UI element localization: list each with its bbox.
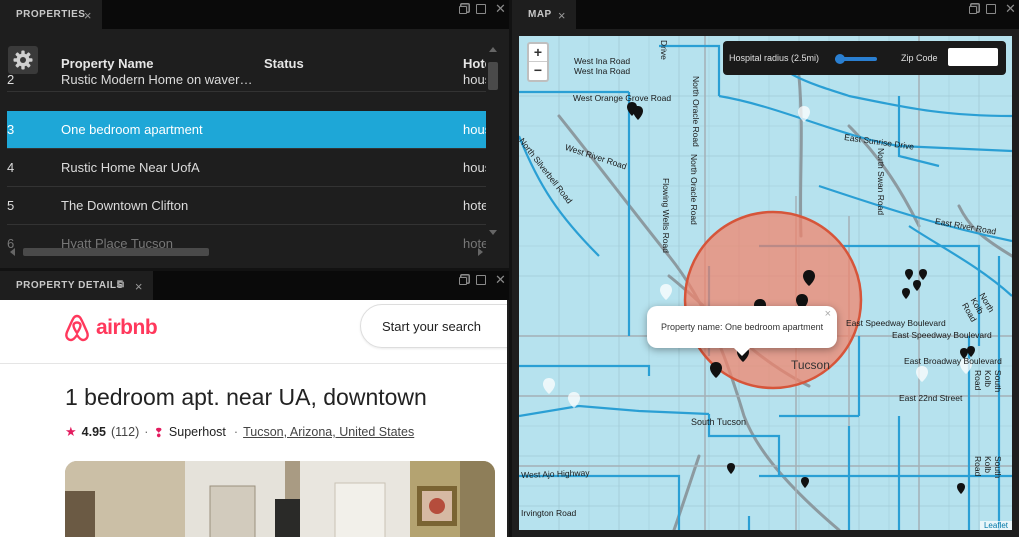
location-link[interactable]: Tucson, Arizona, United States <box>243 425 414 439</box>
row-id: 4 <box>7 160 15 175</box>
star-icon: ★ <box>65 424 77 439</box>
marker-icon[interactable] <box>913 280 921 291</box>
vertical-scrollbar[interactable] <box>487 44 499 240</box>
zip-code-label: Zip Code <box>901 53 938 63</box>
row-type: hous <box>463 160 486 175</box>
listing-meta: ★ 4.95 (112) · ❢ Superhost · Tucson, Ari… <box>65 424 414 440</box>
row-name: The Downtown Clifton <box>61 198 189 213</box>
airbnb-logo-text: airbnb <box>96 316 158 339</box>
table-row[interactable]: 4 Rustic Home Near UofA hous <box>7 149 486 187</box>
column-status[interactable]: Status <box>264 56 304 71</box>
marker-icon[interactable] <box>957 483 965 494</box>
separator: · <box>144 425 149 439</box>
popout-icon[interactable] <box>969 6 977 14</box>
table-row[interactable]: 5 The Downtown Clifton hote <box>7 187 486 225</box>
row-id: 2 <box>7 72 15 87</box>
gear-icon[interactable] <box>8 46 38 74</box>
separator: · <box>233 425 239 439</box>
close-icon[interactable]: ✕ <box>495 273 506 286</box>
row-type: hote <box>463 198 486 213</box>
zoom-control: + − <box>527 42 549 82</box>
maximize-icon[interactable] <box>476 4 486 14</box>
superhost-icon: ❢ <box>153 425 164 440</box>
close-icon[interactable]: ✕ <box>1005 2 1016 15</box>
marker-icon[interactable] <box>905 269 913 280</box>
properties-table: Property Name Status Hote 2 Rustic Moder… <box>7 44 486 248</box>
maximize-icon[interactable] <box>986 4 996 14</box>
map-tabbar: MAP × ✕ <box>512 0 1019 29</box>
table-row-selected[interactable]: 3 One bedroom apartment hous <box>7 111 486 149</box>
properties-panel: PROPERTIES × ✕ Property Name Status Hot … <box>0 0 509 268</box>
airbnb-header: airbnb Start your search <box>0 300 507 364</box>
airbnb-webview: airbnb Start your search 1 bedroom apt. … <box>0 300 507 537</box>
hospital-radius-label: Hospital radius (2.5mi) <box>729 53 820 63</box>
popup-close-icon[interactable]: × <box>825 308 831 320</box>
marker-icon[interactable] <box>633 106 643 120</box>
map-controls: Hospital radius (2.5mi) Zip Code <box>723 41 1006 75</box>
tab-map-label: MAP <box>528 9 552 20</box>
tab-property-details[interactable]: PROPERTY DETAILS ⧉ × <box>0 271 153 300</box>
external-link-icon[interactable]: ⧉ <box>117 279 125 290</box>
row-type: hous <box>463 72 486 87</box>
popout-icon[interactable] <box>459 6 467 14</box>
airbnb-logo-icon <box>65 314 89 342</box>
details-tabbar: PROPERTY DETAILS ⧉ × ✕ <box>0 271 509 300</box>
popup-text: Property name: One bedroom apartment <box>661 322 824 332</box>
marker-icon[interactable] <box>919 269 927 280</box>
row-name: One bedroom apartment <box>61 122 203 137</box>
scrollbar-thumb[interactable] <box>488 62 498 90</box>
listing-photo[interactable] <box>65 461 495 537</box>
table-row[interactable]: 2 Rustic Modern Home on waver… hous <box>7 72 486 92</box>
superhost-label: Superhost <box>168 425 226 439</box>
tab-property-details-label: PROPERTY DETAILS <box>16 280 124 291</box>
row-type: hous <box>463 122 486 137</box>
table-row[interactable]: 6 Hyatt Place Tucson hote <box>7 225 486 248</box>
column-hotel-type[interactable]: Hote <box>463 56 486 71</box>
marker-icon[interactable] <box>710 362 722 378</box>
column-property-name[interactable]: Property Name <box>61 56 153 71</box>
row-name: Rustic Modern Home on waver… <box>61 72 253 87</box>
marker-icon[interactable] <box>727 463 735 474</box>
tab-properties[interactable]: PROPERTIES × <box>0 0 102 29</box>
listing-title: 1 bedroom apt. near UA, downtown <box>65 384 427 410</box>
row-id: 3 <box>7 122 15 137</box>
slider-thumb[interactable] <box>835 54 845 64</box>
row-name: Rustic Home Near UofA <box>61 160 200 175</box>
panel-controls: ✕ <box>459 273 506 286</box>
scrollbar-thumb[interactable] <box>23 248 209 256</box>
close-tab-icon[interactable]: × <box>84 8 92 23</box>
hospital-radius-slider[interactable] <box>835 54 877 64</box>
map-attribution[interactable]: Leaflet <box>979 521 1012 530</box>
hospital-radius-circle[interactable] <box>683 210 863 390</box>
tab-properties-label: PROPERTIES <box>16 9 86 20</box>
maximize-icon[interactable] <box>476 275 486 285</box>
start-search-button[interactable]: Start your search <box>360 304 507 348</box>
property-details-panel: PROPERTY DETAILS ⧉ × ✕ airbnb Start your… <box>0 271 509 537</box>
review-count[interactable]: (112) <box>111 425 139 439</box>
map-panel: MAP × ✕ West Ina Road West Ina Road West… <box>512 0 1019 537</box>
horizontal-scrollbar[interactable] <box>7 246 486 258</box>
property-popup: Property name: One bedroom apartment × <box>647 306 837 356</box>
row-id: 5 <box>7 198 15 213</box>
close-tab-icon[interactable]: × <box>135 279 143 294</box>
map-canvas[interactable]: West Ina Road West Ina Road West Orange … <box>519 36 1012 530</box>
tab-map[interactable]: MAP × <box>512 0 576 29</box>
airbnb-logo[interactable]: airbnb <box>64 314 158 342</box>
close-icon[interactable]: ✕ <box>495 2 506 15</box>
close-tab-icon[interactable]: × <box>558 8 566 23</box>
popout-icon[interactable] <box>459 277 467 285</box>
zoom-in-button[interactable]: + <box>529 44 547 62</box>
zip-code-input[interactable] <box>948 48 998 66</box>
marker-icon[interactable] <box>960 348 968 359</box>
zoom-out-button[interactable]: − <box>529 62 547 80</box>
panel-controls: ✕ <box>459 2 506 15</box>
map-tiles <box>519 36 1012 530</box>
marker-icon[interactable] <box>902 288 910 299</box>
rating: 4.95 <box>81 425 106 439</box>
properties-tabbar: PROPERTIES × ✕ <box>0 0 509 29</box>
panel-controls: ✕ <box>969 2 1016 15</box>
